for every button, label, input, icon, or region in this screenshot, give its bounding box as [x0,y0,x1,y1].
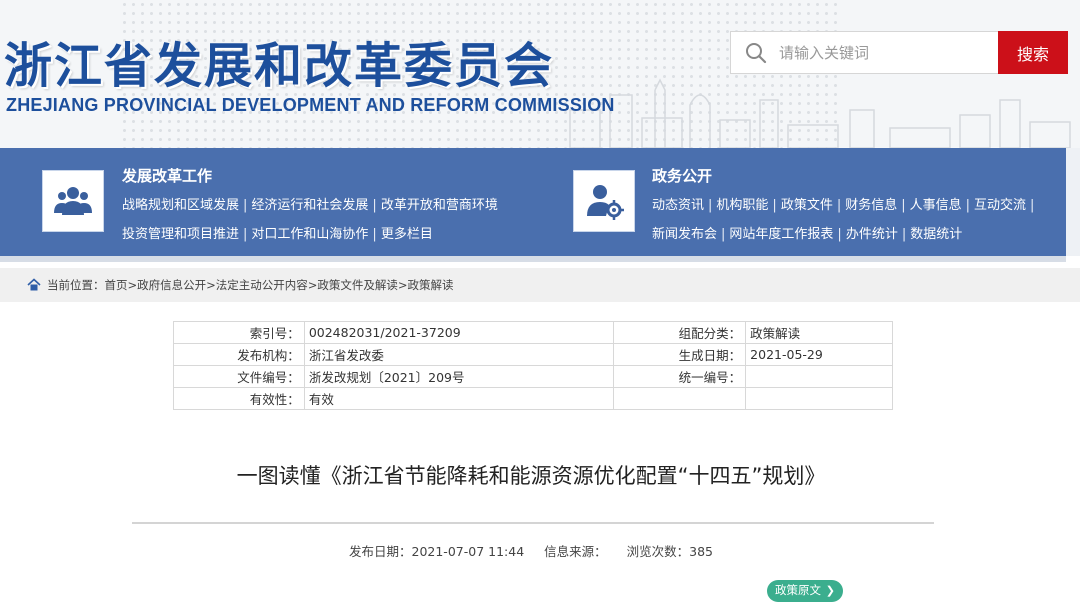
info-key: 组配分类： [613,321,747,344]
nav-link-investment[interactable]: 投资管理和项目推进 [122,227,239,242]
info-key: 索引号： [173,321,305,344]
nav-link-policy-docs[interactable]: 政策文件 [781,198,833,213]
user-gear-icon [587,185,624,220]
nav-link-data-stats[interactable]: 数据统计 [910,227,962,242]
nav-link-news[interactable]: 动态资讯 [652,198,704,213]
table-row: 发布机构： 浙江省发改委 生成日期： 2021-05-29 [173,343,893,366]
nav-link-more[interactable]: 更多栏目 [381,227,433,242]
nav-link-personnel[interactable]: 人事信息 [910,198,962,213]
home-icon [27,278,41,291]
nav-group-icon-box[interactable] [42,170,104,232]
nav-link-economy[interactable]: 经济运行和社会发展 [251,198,368,213]
breadcrumb-text[interactable]: 当前位置：首页>政府信息公开>法定主动公开内容>政策文件及解读>政策解读 [47,277,454,293]
document-info-table: 索引号： 002482031/2021-37209 组配分类： 政策解读 发布机… [173,321,893,410]
nav-link-interaction[interactable]: 互动交流 [974,198,1026,213]
people-group-icon [54,187,92,215]
info-value: 有效 [303,387,615,410]
info-value: 浙江省发改委 [303,343,615,366]
policy-original-button[interactable]: 政策原文 ❯ [767,580,843,602]
info-key: 文件编号： [173,365,305,388]
nav-link-annual-report[interactable]: 网站年度工作报表 [729,227,833,242]
city-skyline-graphic [569,78,1071,148]
article-title: 一图读懂《浙江省节能降耗和能源资源优化配置“十四五”规划》 [236,464,826,488]
nav-line-gov-affairs-2: 新闻发布会 | 网站年度工作报表 | 办件统计 | 数据统计 [652,227,963,242]
publish-date: 发布日期：2021-07-07 11:44 [349,544,525,559]
site-title-cn: 浙江省发展和改革委员会 [4,38,555,94]
search-box [730,31,998,74]
info-key: 生成日期： [613,343,747,366]
nav-bottom-border [0,256,1066,262]
info-key [613,387,747,410]
info-value [745,387,893,410]
search-icon [746,43,767,64]
table-row: 有效性： 有效 [173,387,893,410]
nav-heading-gov-affairs[interactable]: 政务公开 [652,165,712,186]
nav-heading-development[interactable]: 发展改革工作 [122,165,212,186]
nav-group-icon-box[interactable] [573,170,635,232]
info-value: 002482031/2021-37209 [303,321,615,344]
article-meta: 发布日期：2021-07-07 11:44 信息来源： 浏览次数：385 [0,541,1062,560]
info-value [745,365,893,388]
site-header: 浙江省发展和改革委员会 ZHEJIANG PROVINCIAL DEVELOPM… [0,0,1080,148]
info-key: 有效性： [173,387,305,410]
breadcrumb: 当前位置：首页>政府信息公开>法定主动公开内容>政策文件及解读>政策解读 [0,268,1080,302]
info-value: 浙发改规划〔2021〕209号 [303,365,615,388]
info-source: 信息来源： [544,544,607,559]
table-row: 索引号： 002482031/2021-37209 组配分类： 政策解读 [173,321,893,344]
nav-link-strategy[interactable]: 战略规划和区域发展 [122,198,239,213]
nav-line-development-2: 投资管理和项目推进 | 对口工作和山海协作 | 更多栏目 [122,227,433,242]
policy-original-label: 政策原文 [775,585,821,597]
title-divider [132,522,934,524]
info-key: 发布机构： [173,343,305,366]
nav-link-press[interactable]: 新闻发布会 [652,227,717,242]
nav-link-cooperation[interactable]: 对口工作和山海协作 [251,227,368,242]
info-value: 2021-05-29 [745,343,893,366]
info-key: 统一编号： [613,365,747,388]
nav-line-gov-affairs-1: 动态资讯 | 机构职能 | 政策文件 | 财务信息 | 人事信息 | 互动交流 | [652,198,1035,213]
nav-right-strip [1066,148,1080,256]
chevron-right-icon: ❯ [825,585,835,597]
nav-link-functions[interactable]: 机构职能 [716,198,768,213]
site-title-en: ZHEJIANG PROVINCIAL DEVELOPMENT AND REFO… [6,95,615,115]
nav-link-reform[interactable]: 改革开放和营商环境 [381,198,498,213]
view-count: 浏览次数：385 [626,544,713,559]
info-value: 政策解读 [745,321,893,344]
search-button[interactable]: 搜索 [998,31,1068,74]
nav-line-development-1: 战略规划和区域发展 | 经济运行和社会发展 | 改革开放和营商环境 [122,198,498,213]
search-input[interactable] [779,32,989,73]
nav-link-finance[interactable]: 财务信息 [845,198,897,213]
nav-link-case-stats[interactable]: 办件统计 [846,227,898,242]
table-row: 文件编号： 浙发改规划〔2021〕209号 统一编号： [173,365,893,388]
